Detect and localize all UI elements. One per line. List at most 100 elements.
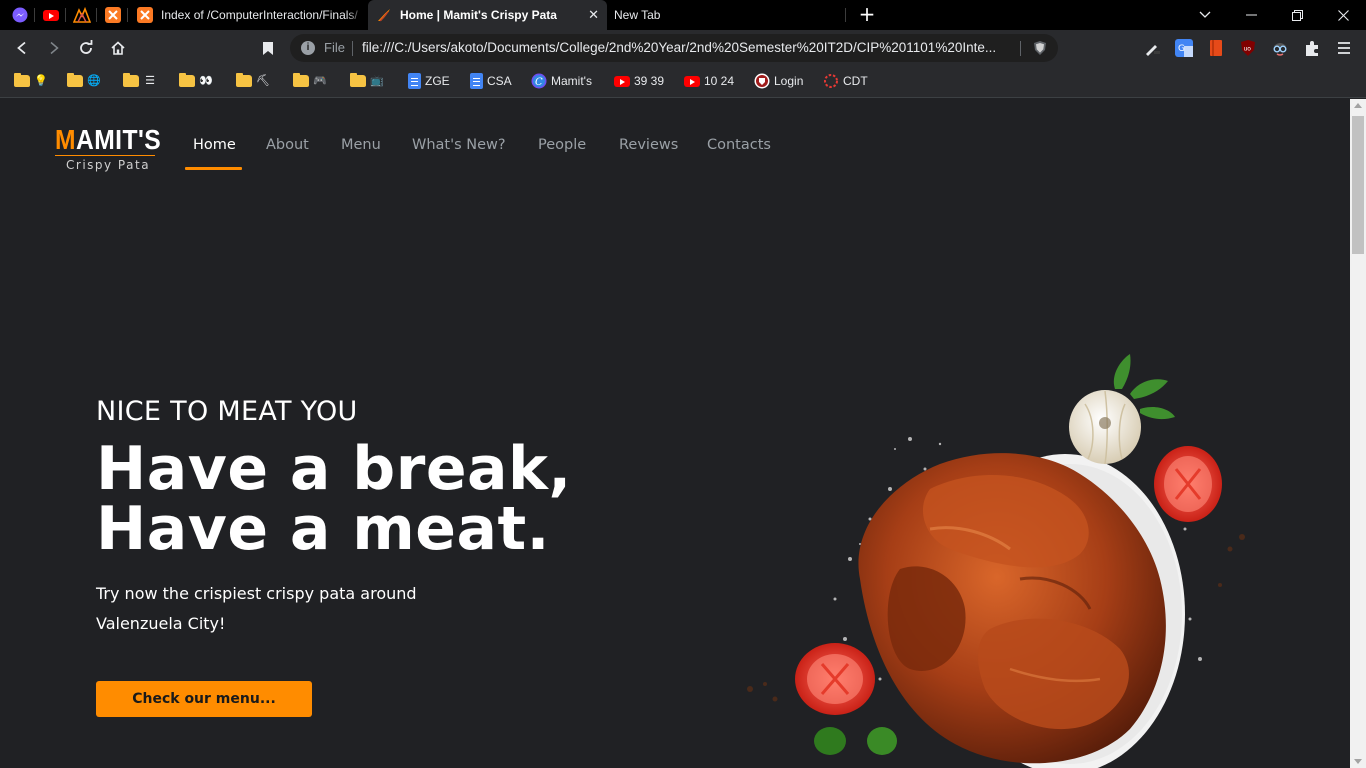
headline-line-2: Have a meat. [96, 494, 550, 564]
nav-contacts[interactable]: Contacts [707, 137, 771, 153]
url-text[interactable]: file:///C:/Users/akoto/Documents/College… [362, 40, 1014, 55]
book-icon [1210, 40, 1222, 56]
minimize-icon [1245, 14, 1257, 16]
hamburger-menu-icon [1338, 42, 1350, 54]
tab-title: New Tab [614, 8, 661, 22]
scroll-up-arrow-icon[interactable] [1354, 103, 1362, 108]
pinned-tab-site[interactable] [66, 0, 97, 30]
check-menu-button[interactable]: Check our menu... [96, 681, 312, 717]
globe-icon: 🌐 [87, 75, 101, 87]
page-viewport: MAMIT'S Crispy Pata Home About Menu What… [0, 99, 1350, 768]
mountain-logo-icon [72, 7, 91, 23]
back-arrow-icon [17, 41, 26, 55]
logo-divider [55, 155, 155, 156]
folder-icon [123, 73, 139, 87]
flame-icon [378, 9, 390, 22]
close-tab-icon[interactable]: ✕ [588, 7, 599, 23]
bookmark-button[interactable] [256, 36, 280, 60]
new-tab-button[interactable]: + [856, 3, 878, 27]
shield-seal-icon [754, 73, 770, 89]
tab-index[interactable]: Index of /ComputerInteraction/Finals/ [128, 0, 364, 30]
minimize-button[interactable] [1228, 0, 1274, 30]
bookmark-zge[interactable]: ZGE [408, 71, 450, 91]
stack-icon: ☰ [145, 75, 155, 87]
nav-people[interactable]: People [538, 137, 586, 153]
tab-strip: Index of /ComputerInteraction/Finals/ Ho… [0, 0, 1366, 30]
pinned-tab-messenger[interactable] [4, 0, 35, 30]
nav-whats-new[interactable]: What's New? [412, 137, 506, 153]
home-button[interactable] [106, 36, 130, 60]
nav-about[interactable]: About [266, 137, 309, 153]
svg-text:C: C [535, 77, 543, 88]
chevron-down-icon [1199, 11, 1211, 18]
extension-spy[interactable] [1271, 39, 1289, 57]
address-bar[interactable]: i File file:///C:/Users/akoto/Documents/… [290, 34, 1058, 62]
bookmark-folder-eyes[interactable]: 👀 [179, 71, 213, 91]
bookmark-folder-ideas[interactable]: 💡 [14, 71, 48, 91]
bookmark-folder-docs[interactable]: ☰ [123, 71, 157, 91]
close-icon [1337, 10, 1349, 21]
scheme-label: File [324, 40, 345, 55]
nav-menu[interactable]: Menu [341, 137, 381, 153]
subtext-line-2: Valenzuela City! [96, 614, 226, 633]
folder-icon [179, 73, 195, 87]
extension-translate[interactable]: G [1175, 39, 1193, 57]
nav-home[interactable]: Home [193, 137, 236, 153]
bookmark-label: Login [774, 74, 804, 88]
restore-button[interactable] [1274, 0, 1320, 30]
bookmark-label: 10 24 [704, 74, 735, 88]
menu-button[interactable] [1335, 39, 1353, 57]
lightbulb-icon: 💡 [34, 75, 48, 87]
nav-reviews[interactable]: Reviews [619, 137, 678, 153]
logo-wordmark: MAMIT'S [55, 126, 161, 154]
reload-button[interactable] [74, 36, 98, 60]
bookmark-csa[interactable]: CSA [470, 71, 512, 91]
page-scrollbar[interactable] [1350, 99, 1366, 768]
tab-new[interactable]: New Tab [611, 0, 845, 30]
svg-text:uo: uo [1244, 46, 1252, 53]
pen-icon [1146, 45, 1160, 56]
brave-shield-icon[interactable] [1032, 40, 1048, 56]
extensions-button[interactable] [1303, 39, 1321, 57]
back-button[interactable] [10, 36, 34, 60]
bookmark-yt-2[interactable]: 10 24 [684, 71, 734, 91]
close-window-button[interactable] [1320, 0, 1366, 30]
bookmark-label: ZGE [425, 74, 450, 88]
hero-subtext: Try now the crispiest crispy pata around… [96, 579, 456, 639]
scrollbar-thumb[interactable] [1352, 116, 1364, 254]
info-icon[interactable]: i [301, 41, 315, 55]
bookmark-mamits[interactable]: C Mamit's [531, 71, 592, 91]
tv-icon: 📺 [370, 75, 384, 87]
extension-pen[interactable] [1143, 39, 1161, 57]
bookmark-yt-1[interactable]: 39 39 [614, 71, 664, 91]
headline-line-1: Have a break, [96, 434, 572, 504]
google-docs-icon [470, 73, 483, 89]
bookmark-label: CDT [843, 74, 868, 88]
bookmark-folder-media[interactable]: 📺 [350, 71, 384, 91]
extension-book[interactable] [1207, 39, 1225, 57]
bookmark-folder-web[interactable]: 🌐 [67, 71, 101, 91]
bookmark-login[interactable]: Login [754, 71, 803, 91]
pinned-tab-youtube[interactable] [35, 0, 66, 30]
site-logo[interactable]: MAMIT'S Crispy Pata [55, 126, 161, 172]
browser-toolbar: i File file:///C:/Users/akoto/Documents/… [0, 30, 1366, 65]
bookmark-cdt[interactable]: CDT [823, 71, 868, 91]
messenger-icon [12, 7, 27, 23]
dotted-ring-icon [824, 74, 838, 88]
forward-button[interactable] [42, 36, 66, 60]
tab-search-button[interactable] [1182, 0, 1228, 30]
bookmark-label: 39 39 [634, 74, 665, 88]
pinned-tab-xampp[interactable] [97, 0, 128, 30]
folder-icon [236, 73, 252, 87]
xampp-icon [137, 7, 153, 23]
bookmark-folder-games[interactable]: 🎮 [293, 71, 327, 91]
tab-home-active[interactable]: Home | Mamit's Crispy Pata ✕ [368, 0, 607, 30]
scroll-down-arrow-icon[interactable] [1354, 759, 1362, 764]
bookmark-folder-tools[interactable]: ⛏ [236, 71, 270, 91]
extension-ublock[interactable]: uo [1239, 39, 1257, 57]
google-docs-icon [408, 73, 421, 89]
hero-headline: Have a break, Have a meat. [96, 439, 572, 559]
svg-text:G: G [1178, 44, 1185, 54]
hammer-icon: ⛏ [256, 75, 270, 87]
hero-eyebrow: NICE TO MEAT YOU [96, 396, 358, 427]
